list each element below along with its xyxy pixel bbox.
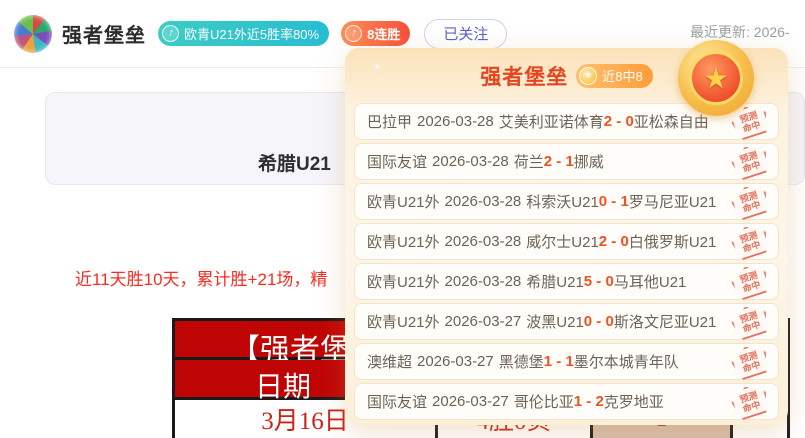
streak-badge-red-label: 8连胜 (367, 27, 401, 42)
row-date: 2026-03-28 (444, 233, 522, 250)
row-home-team: 荷兰 (513, 154, 544, 171)
hit-rate-badge: ★ 近8中8 (576, 63, 653, 88)
row-score: 1 - 1 (543, 353, 574, 370)
row-away-team: 亚松森自由 (633, 114, 709, 131)
prediction-row: 国际友谊 2026-03-28 荷兰 2 - 1 挪威 预测 命中 (354, 143, 779, 180)
row-score: 0 - 1 (598, 193, 629, 210)
user-avatar[interactable] (14, 14, 52, 53)
row-league: 巴拉甲 (367, 114, 413, 131)
row-date: 2026-03-28 (432, 153, 509, 170)
row-league: 国际友谊 (367, 154, 428, 171)
row-score: 2 - 1 (543, 153, 574, 170)
row-date: 2026-03-28 (417, 113, 494, 130)
last-update-text: 最近更新: 2026- (690, 24, 790, 40)
history-popup: 强者堡垒 ★ 近8中8 ★ ✦ ✦ 巴拉甲 2026-03-28 艾美利亚诺体育… (345, 40, 788, 425)
row-away-team: 墨尔本城青年队 (573, 354, 679, 371)
streak-badge-teal-label: 欧青U21外近5胜率80% (184, 27, 320, 42)
popup-title: 强者堡垒 (480, 65, 569, 89)
row-date: 2026-03-27 (432, 393, 509, 410)
row-home-team: 波黑U21 (526, 314, 584, 331)
row-league: 澳维超 (367, 354, 413, 371)
summary-text: 近11天胜10天，累计胜+21场，精 (75, 270, 328, 289)
medal-star-icon: ★ (689, 51, 743, 105)
row-score: 5 - 0 (583, 273, 614, 290)
row-away-team: 白俄罗斯U21 (628, 234, 717, 251)
row-home-team: 黑德堡 (498, 354, 544, 371)
row-away-team: 罗马尼亚U21 (628, 194, 717, 211)
match-team-name: 希腊U21 (258, 154, 331, 175)
prediction-hit-stamp-icon: 预测 命中 (728, 221, 772, 262)
row-away-team: 克罗地亚 (603, 394, 664, 411)
popup-header: 强者堡垒 ★ 近8中8 ★ (345, 40, 788, 116)
hit-rate-badge-label: 近8中8 (602, 69, 643, 84)
row-home-team: 哥伦比亚 (513, 394, 574, 411)
prediction-row: 欧青U21外 2026-03-28 科索沃U21 0 - 1 罗马尼亚U21 预… (354, 183, 779, 220)
prediction-hit-stamp-icon: 预测 命中 (728, 341, 772, 382)
row-score: 1 - 2 (573, 393, 604, 410)
row-league: 欧青U21外 (367, 194, 440, 211)
row-home-team: 希腊U21 (526, 274, 584, 291)
row-score: 2 - 0 (603, 113, 634, 130)
star-icon: ★ (579, 66, 598, 85)
row-score: 2 - 0 (598, 233, 629, 250)
gold-medal-icon: ★ (678, 40, 754, 116)
table-date-header: 日期 (255, 372, 312, 403)
row-score: 0 - 0 (583, 313, 614, 330)
row-date: 2026-03-27 (444, 313, 522, 330)
prediction-row: 国际友谊 2026-03-27 哥伦比亚 1 - 2 克罗地亚 预测 命中 (354, 383, 779, 420)
row-date: 2026-03-27 (417, 353, 494, 370)
row-away-team: 马耳他U21 (613, 274, 687, 291)
up-arrow-icon: ↑ (345, 25, 363, 42)
row-home-team: 威尔士U21 (526, 234, 599, 251)
streak-badge-red: ↑ 8连胜 (341, 21, 411, 46)
row-date: 2026-03-28 (444, 193, 522, 210)
prediction-hit-stamp-icon: 预测 命中 (728, 381, 772, 422)
row-home-team: 艾美利亚诺体育 (498, 114, 604, 131)
prediction-hit-stamp-icon: 预测 命中 (728, 261, 772, 302)
up-arrow-icon: ↑ (162, 25, 179, 42)
row-away-team: 斯洛文尼亚U21 (613, 314, 717, 331)
prediction-hit-stamp-icon: 预测 命中 (728, 301, 772, 342)
row-away-team: 挪威 (573, 154, 604, 171)
sparkle-icon: ✦ (373, 62, 382, 73)
streak-badge-teal: ↑ 欧青U21外近5胜率80% (158, 21, 330, 46)
row-league: 欧青U21外 (367, 274, 440, 291)
prediction-row: 澳维超 2026-03-27 黑德堡 1 - 1 墨尔本城青年队 预测 命中 (354, 343, 779, 380)
row-league: 欧青U21外 (367, 314, 440, 331)
row-league: 欧青U21外 (367, 234, 440, 251)
row-league: 国际友谊 (367, 394, 428, 411)
page-title: 强者堡垒 (62, 25, 146, 47)
prediction-hit-stamp-icon: 预测 命中 (728, 181, 772, 222)
prediction-row: 欧青U21外 2026-03-28 希腊U21 5 - 0 马耳他U21 预测命… (354, 263, 779, 300)
row-date: 2026-03-28 (444, 273, 522, 290)
prediction-row: 欧青U21外 2026-03-27 波黑U21 0 - 0 斯洛文尼亚U21 预… (354, 303, 779, 340)
row-home-team: 科索沃U21 (526, 194, 599, 211)
followed-button[interactable]: 已关注 (424, 18, 508, 49)
prediction-history-list: 巴拉甲 2026-03-28 艾美利亚诺体育 2 - 0 亚松森自由 预测 命中 … (345, 103, 788, 420)
prediction-row: 欧青U21外 2026-03-28 威尔士U21 2 - 0 白俄罗斯U21 预… (354, 223, 779, 260)
